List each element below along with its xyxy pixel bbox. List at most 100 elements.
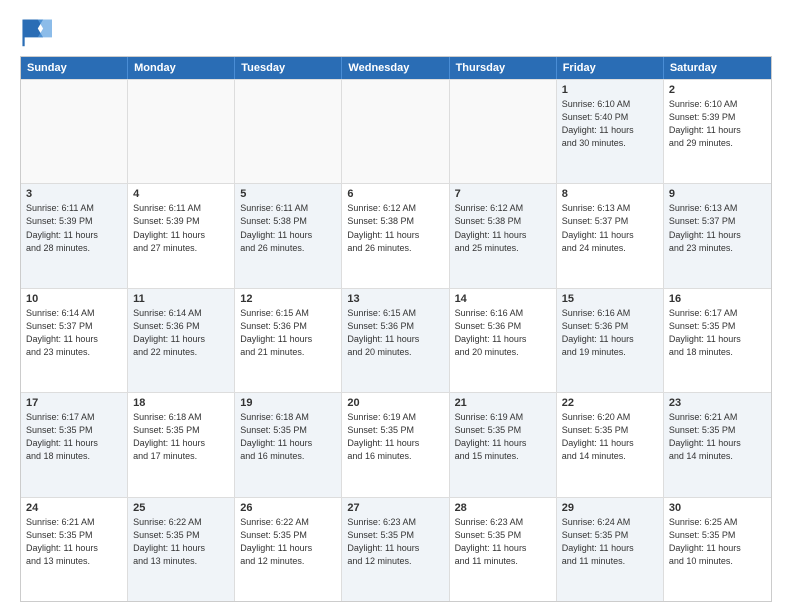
day-number: 28	[455, 502, 551, 514]
day-number: 6	[347, 188, 443, 200]
calendar-cell-24: 24 Sunrise: 6:21 AMSunset: 5:35 PMDayligh…	[21, 498, 128, 601]
day-number: 26	[240, 502, 336, 514]
day-number: 3	[26, 188, 122, 200]
calendar-cell-7: 7Sunrise: 6:12 AMSunset: 5:38 PMDaylight…	[450, 184, 557, 287]
calendar-cell-6: 6 Sunrise: 6:12 AMSunset: 5:38 PMDaylight…	[342, 184, 449, 287]
calendar-cell-27: 27 Sunrise: 6:23 AMSunset: 5:35 PMDayligh…	[342, 498, 449, 601]
cell-info: Sunrise: 6:17 AMSunset: 5:35 PMDaylight:…	[669, 307, 766, 359]
cell-info: Sunrise: 6:10 AMSunset: 5:40 PMDaylight:…	[562, 98, 658, 150]
cell-info: Sunrise: 6:13 AMSunset: 5:37 PMDaylight:…	[562, 202, 658, 254]
header-day-sunday: Sunday	[21, 57, 128, 79]
cell-info: Sunrise: 6:18 AMSunset: 5:35 PMDaylight:…	[240, 411, 336, 463]
header-day-tuesday: Tuesday	[235, 57, 342, 79]
calendar-row-3: 17 Sunrise: 6:17 AMSunset: 5:35 PMDayligh…	[21, 392, 771, 496]
day-number: 27	[347, 502, 443, 514]
calendar-cell-11: 11 Sunrise: 6:14 AMSunset: 5:36 PMDayligh…	[128, 289, 235, 392]
cell-info: Sunrise: 6:16 AMSunset: 5:36 PMDaylight:…	[562, 307, 658, 359]
cell-info: Sunrise: 6:21 AMSunset: 5:35 PMDaylight:…	[669, 411, 766, 463]
day-number: 9	[669, 188, 766, 200]
calendar-cell-19: 19 Sunrise: 6:18 AMSunset: 5:35 PMDayligh…	[235, 393, 342, 496]
cell-info: Sunrise: 6:14 AMSunset: 5:36 PMDaylight:…	[133, 307, 229, 359]
calendar-cell-17: 17 Sunrise: 6:17 AMSunset: 5:35 PMDayligh…	[21, 393, 128, 496]
calendar-body: 1 Sunrise: 6:10 AMSunset: 5:40 PMDaylight…	[21, 79, 771, 601]
calendar-cell-29: 29 Sunrise: 6:24 AMSunset: 5:35 PMDayligh…	[557, 498, 664, 601]
cell-info: Sunrise: 6:23 AMSunset: 5:35 PMDaylight:…	[347, 516, 443, 568]
header-day-wednesday: Wednesday	[342, 57, 449, 79]
calendar-cell-26: 26 Sunrise: 6:22 AMSunset: 5:35 PMDayligh…	[235, 498, 342, 601]
day-number: 17	[26, 397, 122, 409]
day-number: 18	[133, 397, 229, 409]
cell-info: Sunrise: 6:21 AMSunset: 5:35 PMDaylight:…	[26, 516, 122, 568]
cell-info: Sunrise: 6:13 AMSunset: 5:37 PMDaylight:…	[669, 202, 766, 254]
cell-info: Sunrise: 6:16 AMSunset: 5:36 PMDaylight:…	[455, 307, 551, 359]
cell-info: Sunrise: 6:10 AMSunset: 5:39 PMDaylight:…	[669, 98, 766, 150]
day-number: 22	[562, 397, 658, 409]
calendar-row-1: 3 Sunrise: 6:11 AMSunset: 5:39 PMDaylight…	[21, 183, 771, 287]
calendar-row-0: 1 Sunrise: 6:10 AMSunset: 5:40 PMDaylight…	[21, 79, 771, 183]
cell-info: Sunrise: 6:17 AMSunset: 5:35 PMDaylight:…	[26, 411, 122, 463]
calendar-header: SundayMondayTuesdayWednesdayThursdayFrid…	[21, 57, 771, 79]
day-number: 29	[562, 502, 658, 514]
calendar-cell-3: 3 Sunrise: 6:11 AMSunset: 5:39 PMDaylight…	[21, 184, 128, 287]
calendar-cell-30: 30 Sunrise: 6:25 AMSunset: 5:35 PMDayligh…	[664, 498, 771, 601]
header-day-saturday: Saturday	[664, 57, 771, 79]
calendar-cell-28: 28 Sunrise: 6:23 AMSunset: 5:35 PMDayligh…	[450, 498, 557, 601]
cell-info: Sunrise: 6:25 AMSunset: 5:35 PMDaylight:…	[669, 516, 766, 568]
cell-info: Sunrise: 6:14 AMSunset: 5:37 PMDaylight:…	[26, 307, 122, 359]
calendar-cell-25: 25Sunrise: 6:22 AMSunset: 5:35 PMDayligh…	[128, 498, 235, 601]
calendar-cell-20: 20 Sunrise: 6:19 AMSunset: 5:35 PMDayligh…	[342, 393, 449, 496]
day-number: 16	[669, 293, 766, 305]
day-number: 4	[133, 188, 229, 200]
day-number: 2	[669, 84, 766, 96]
cell-info: Sunrise: 6:11 AMSunset: 5:38 PMDaylight:…	[240, 202, 336, 254]
day-number: 14	[455, 293, 551, 305]
header-day-thursday: Thursday	[450, 57, 557, 79]
cell-info: Sunrise: 6:22 AMSunset: 5:35 PMDaylight:…	[240, 516, 336, 568]
cell-info: Sunrise: 6:11 AMSunset: 5:39 PMDaylight:…	[133, 202, 229, 254]
day-number: 10	[26, 293, 122, 305]
logo	[20, 16, 56, 48]
page: SundayMondayTuesdayWednesdayThursdayFrid…	[0, 0, 792, 612]
day-number: 30	[669, 502, 766, 514]
calendar-cell-empty-0-2	[235, 80, 342, 183]
cell-info: Sunrise: 6:19 AMSunset: 5:35 PMDaylight:…	[347, 411, 443, 463]
day-number: 19	[240, 397, 336, 409]
calendar-cell-2: 2 Sunrise: 6:10 AMSunset: 5:39 PMDaylight…	[664, 80, 771, 183]
cell-info: Sunrise: 6:12 AMSunset: 5:38 PMDaylight:…	[347, 202, 443, 254]
calendar-cell-9: 9 Sunrise: 6:13 AMSunset: 5:37 PMDaylight…	[664, 184, 771, 287]
header	[20, 16, 772, 48]
calendar-cell-21: 21Sunrise: 6:19 AMSunset: 5:35 PMDayligh…	[450, 393, 557, 496]
day-number: 20	[347, 397, 443, 409]
calendar-cell-15: 15 Sunrise: 6:16 AMSunset: 5:36 PMDayligh…	[557, 289, 664, 392]
day-number: 8	[562, 188, 658, 200]
calendar-cell-empty-0-3	[342, 80, 449, 183]
logo-icon	[20, 16, 52, 48]
cell-info: Sunrise: 6:24 AMSunset: 5:35 PMDaylight:…	[562, 516, 658, 568]
calendar-cell-14: 14 Sunrise: 6:16 AMSunset: 5:36 PMDayligh…	[450, 289, 557, 392]
cell-info: Sunrise: 6:18 AMSunset: 5:35 PMDaylight:…	[133, 411, 229, 463]
day-number: 11	[133, 293, 229, 305]
cell-info: Sunrise: 6:23 AMSunset: 5:35 PMDaylight:…	[455, 516, 551, 568]
cell-info: Sunrise: 6:15 AMSunset: 5:36 PMDaylight:…	[347, 307, 443, 359]
calendar-cell-10: 10 Sunrise: 6:14 AMSunset: 5:37 PMDayligh…	[21, 289, 128, 392]
calendar-cell-8: 8 Sunrise: 6:13 AMSunset: 5:37 PMDaylight…	[557, 184, 664, 287]
day-number: 24	[26, 502, 122, 514]
day-number: 12	[240, 293, 336, 305]
calendar-cell-18: 18 Sunrise: 6:18 AMSunset: 5:35 PMDayligh…	[128, 393, 235, 496]
calendar-cell-16: 16 Sunrise: 6:17 AMSunset: 5:35 PMDayligh…	[664, 289, 771, 392]
cell-info: Sunrise: 6:22 AMSunset: 5:35 PMDaylight:…	[133, 516, 229, 568]
cell-info: Sunrise: 6:20 AMSunset: 5:35 PMDaylight:…	[562, 411, 658, 463]
calendar-cell-23: 23Sunrise: 6:21 AMSunset: 5:35 PMDayligh…	[664, 393, 771, 496]
calendar-cell-4: 4 Sunrise: 6:11 AMSunset: 5:39 PMDaylight…	[128, 184, 235, 287]
day-number: 15	[562, 293, 658, 305]
calendar-cell-12: 12Sunrise: 6:15 AMSunset: 5:36 PMDayligh…	[235, 289, 342, 392]
day-number: 1	[562, 84, 658, 96]
cell-info: Sunrise: 6:11 AMSunset: 5:39 PMDaylight:…	[26, 202, 122, 254]
day-number: 7	[455, 188, 551, 200]
calendar-cell-22: 22 Sunrise: 6:20 AMSunset: 5:35 PMDayligh…	[557, 393, 664, 496]
calendar: SundayMondayTuesdayWednesdayThursdayFrid…	[20, 56, 772, 602]
calendar-row-4: 24 Sunrise: 6:21 AMSunset: 5:35 PMDayligh…	[21, 497, 771, 601]
day-number: 21	[455, 397, 551, 409]
header-day-friday: Friday	[557, 57, 664, 79]
calendar-cell-1: 1 Sunrise: 6:10 AMSunset: 5:40 PMDaylight…	[557, 80, 664, 183]
